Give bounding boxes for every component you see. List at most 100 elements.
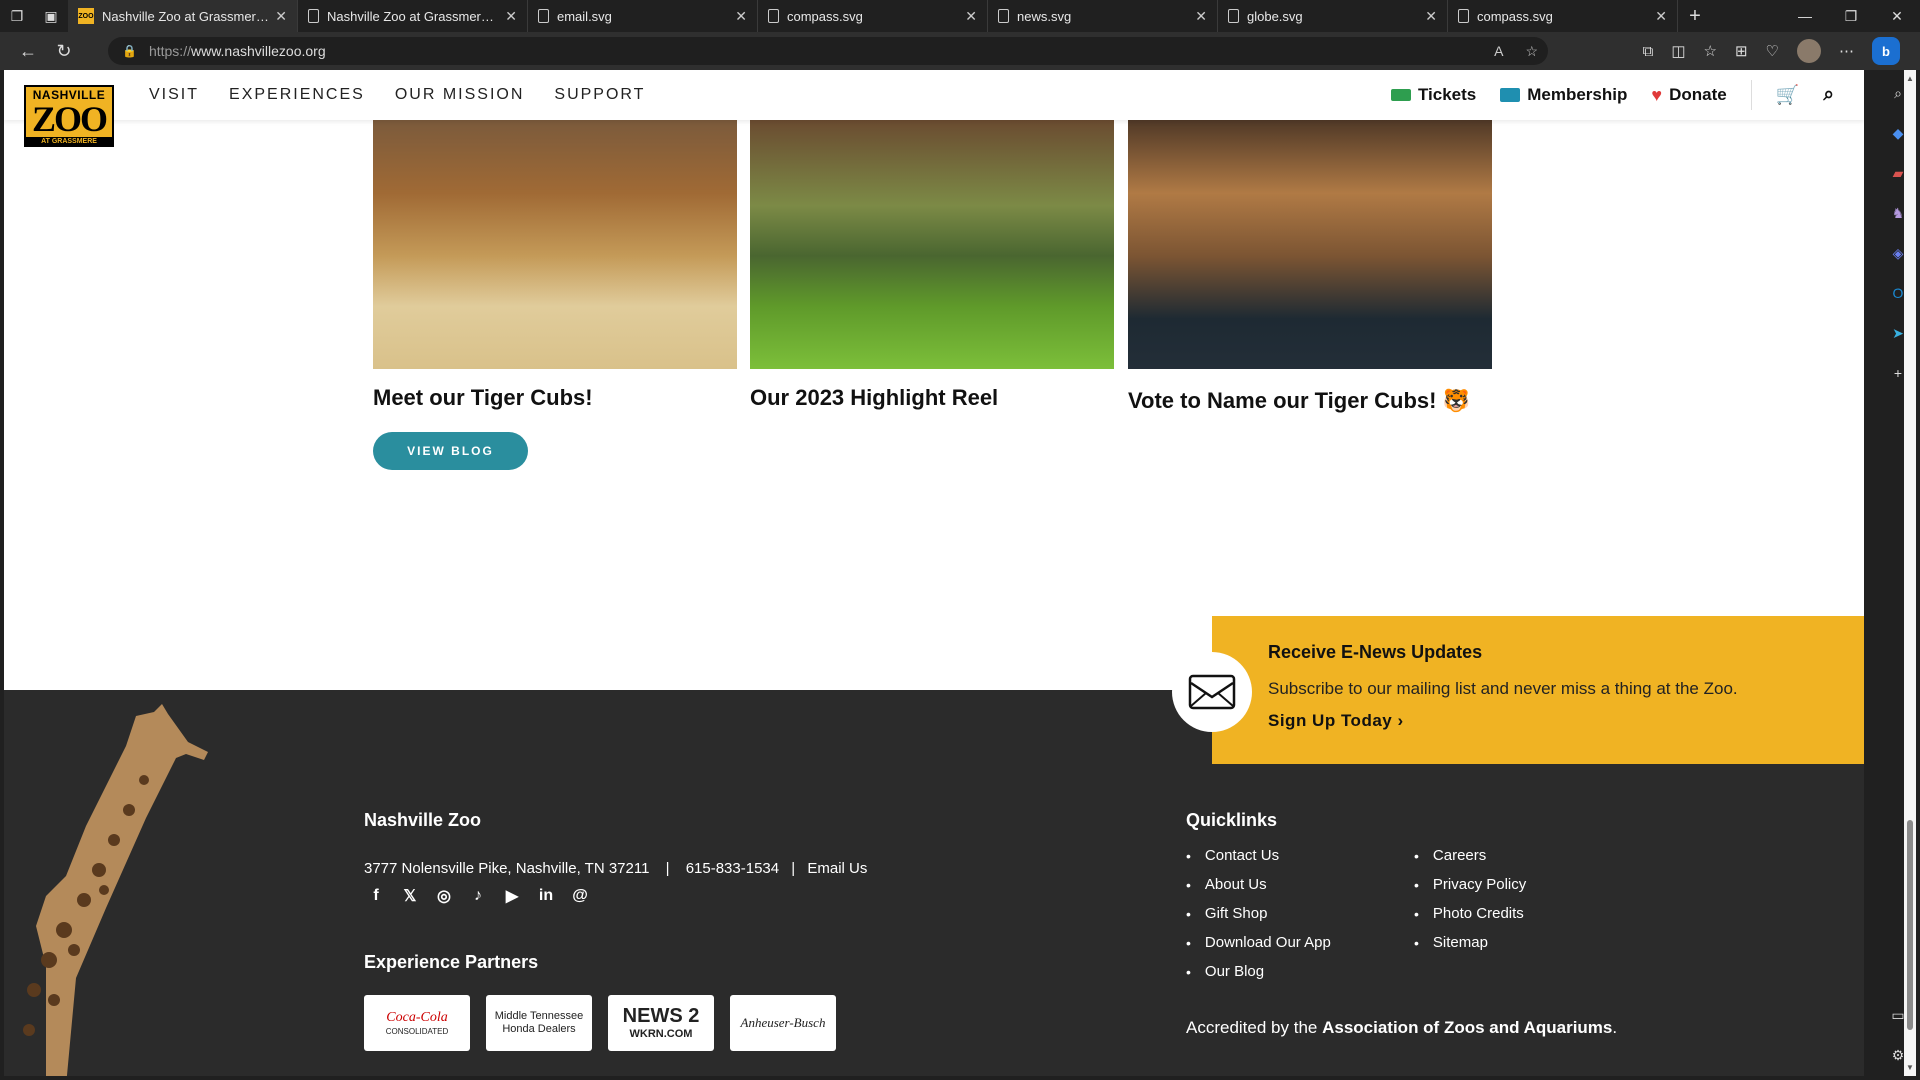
new-tab-button[interactable]: + — [1678, 5, 1712, 28]
quicklink-privacy-policy[interactable]: Privacy Policy — [1414, 870, 1526, 899]
donate-link[interactable]: ♥ Donate — [1651, 85, 1726, 106]
close-window-icon[interactable]: ✕ — [1874, 0, 1920, 32]
envelope-badge — [1172, 652, 1252, 732]
cart-icon[interactable]: 🛒 — [1776, 83, 1800, 107]
threads-icon[interactable]: @ — [570, 886, 590, 906]
partner-name: NEWS 2 — [622, 1005, 700, 1028]
close-tab-icon[interactable]: ✕ — [1425, 8, 1437, 25]
partner-logo-honda[interactable]: Middle Tennessee Honda Dealers — [486, 995, 592, 1051]
tickets-link[interactable]: Tickets — [1390, 85, 1476, 105]
blog-card-title[interactable]: Vote to Name our Tiger Cubs! 🐯 — [1128, 388, 1492, 414]
copilot-icon[interactable]: b — [1872, 37, 1900, 65]
partner-logo-anheuser-busch[interactable]: Anheuser-Busch — [730, 995, 836, 1051]
tiger-cub-image[interactable] — [1128, 118, 1492, 369]
blog-card-title[interactable]: Meet our Tiger Cubs! — [373, 385, 737, 411]
quicklink-gift-shop[interactable]: Gift Shop — [1186, 899, 1331, 928]
blog-card-title[interactable]: Our 2023 Highlight Reel — [750, 385, 1114, 411]
browser-tab[interactable]: news.svg ✕ — [988, 0, 1218, 32]
split-screen-icon[interactable]: ◫ — [1671, 42, 1685, 60]
tiger-cubs-image[interactable] — [373, 118, 737, 369]
favorites-icon[interactable]: ☆ — [1704, 42, 1717, 60]
quicklink-contact-us[interactable]: Contact Us — [1186, 841, 1331, 870]
close-tab-icon[interactable]: ✕ — [275, 8, 287, 25]
footer-email-link[interactable]: Email Us — [807, 860, 867, 877]
view-blog-button[interactable]: VIEW BLOG — [373, 432, 528, 470]
membership-link[interactable]: Membership — [1500, 85, 1627, 105]
nav-our-mission[interactable]: OUR MISSION — [395, 86, 525, 104]
search-icon[interactable]: ⌕ — [1823, 84, 1834, 106]
sign-up-link[interactable]: Sign Up Today › — [1268, 711, 1864, 731]
linkedin-icon[interactable]: in — [536, 886, 556, 906]
close-tab-icon[interactable]: ✕ — [735, 8, 747, 25]
address-bar[interactable]: 🔒 https:// www.nashvillezoo.org A ☆ — [108, 37, 1548, 65]
facebook-icon[interactable]: f — [366, 886, 386, 906]
heart-icon: ♥ — [1651, 84, 1663, 105]
browser-tools: ⧉ ◫ ☆ ⊞ ♡ ⋯ b — [1643, 32, 1900, 70]
page-scrollbar[interactable]: ▲ ▼ — [1904, 70, 1916, 1076]
scrollbar-thumb[interactable] — [1907, 820, 1913, 1030]
favorite-star-icon[interactable]: ☆ — [1525, 43, 1538, 60]
profile-avatar[interactable] — [1797, 39, 1821, 63]
quicklink-about-us[interactable]: About Us — [1186, 870, 1331, 899]
nav-experiences[interactable]: EXPERIENCES — [229, 86, 365, 104]
refresh-icon[interactable]: ↻ — [46, 32, 82, 70]
x-twitter-icon[interactable]: 𝕏 — [400, 886, 420, 906]
partner-logo-coca-cola[interactable]: Coca-Cola CONSOLIDATED — [364, 995, 470, 1051]
partner-logo-news2[interactable]: NEWS 2 WKRN.COM — [608, 995, 714, 1051]
extensions-icon[interactable]: ⧉ — [1643, 43, 1654, 60]
scroll-down-arrow-icon[interactable]: ▼ — [1906, 1063, 1914, 1072]
instagram-icon[interactable]: ◎ — [434, 886, 454, 906]
browser-tab[interactable]: compass.svg ✕ — [758, 0, 988, 32]
zoo-logo[interactable]: NASHVILLE ZOO AT GRASSMERE — [24, 85, 114, 147]
aza-link[interactable]: Association of Zoos and Aquariums — [1322, 1018, 1612, 1037]
browser-tab[interactable]: ZOO Nashville Zoo at Grassmere | N ✕ — [68, 0, 298, 32]
partner-sub: WKRN.COM — [629, 1028, 693, 1041]
tab-title: Nashville Zoo at Grassmere | N — [102, 8, 270, 24]
browser-tab[interactable]: globe.svg ✕ — [1218, 0, 1448, 32]
nav-visit[interactable]: VISIT — [149, 86, 199, 104]
membership-card-icon — [1500, 88, 1521, 102]
close-tab-icon[interactable]: ✕ — [965, 8, 977, 25]
browser-tab[interactable]: compass.svg ✕ — [1448, 0, 1678, 32]
read-aloud-icon[interactable]: A — [1494, 43, 1503, 60]
browser-tab[interactable]: email.svg ✕ — [528, 0, 758, 32]
nav-support[interactable]: SUPPORT — [554, 86, 645, 104]
browser-tab-bar: ❐ ▣ ZOO Nashville Zoo at Grassmere | N ✕… — [0, 0, 1920, 32]
more-menu-icon[interactable]: ⋯ — [1839, 42, 1854, 60]
quicklink-photo-credits[interactable]: Photo Credits — [1414, 899, 1526, 928]
enews-signup-panel: Receive E-News Updates Subscribe to our … — [1212, 616, 1864, 764]
footer-divider: | — [665, 860, 670, 877]
quicklink-sitemap[interactable]: Sitemap — [1414, 928, 1526, 957]
browser-essentials-icon[interactable]: ♡ — [1766, 42, 1779, 60]
address-toolbar: ← ↻ 🔒 https:// www.nashvillezoo.org A ☆ … — [0, 32, 1920, 70]
blog-card[interactable]: Vote to Name our Tiger Cubs! 🐯 — [1128, 118, 1492, 414]
tiktok-icon[interactable]: ♪ — [468, 886, 488, 906]
close-tab-icon[interactable]: ✕ — [1655, 8, 1667, 25]
minimize-icon[interactable]: — — [1782, 0, 1828, 32]
restore-icon[interactable]: ❐ — [1828, 0, 1874, 32]
lock-icon[interactable]: 🔒 — [122, 44, 137, 58]
quicklink-our-blog[interactable]: Our Blog — [1186, 957, 1331, 986]
close-tab-icon[interactable]: ✕ — [1195, 8, 1207, 25]
blog-card[interactable]: Our 2023 Highlight Reel — [750, 118, 1114, 411]
scroll-up-arrow-icon[interactable]: ▲ — [1906, 74, 1914, 83]
file-icon — [1228, 9, 1239, 23]
komodo-dragon-image[interactable] — [750, 118, 1114, 369]
giraffe-illustration — [23, 704, 208, 1076]
youtube-icon[interactable]: ▶ — [502, 886, 522, 906]
partner-logos: Coca-Cola CONSOLIDATED Middle Tennessee Ho… — [364, 995, 836, 1051]
donate-label: Donate — [1669, 85, 1727, 104]
tab-actions-icon[interactable]: ▣ — [34, 0, 68, 32]
browser-tab[interactable]: Nashville Zoo at Grassmere | N ✕ — [298, 0, 528, 32]
workspaces-icon[interactable]: ❐ — [0, 0, 34, 32]
collections-icon[interactable]: ⊞ — [1735, 42, 1748, 60]
quicklinks-column-1: Contact Us About Us Gift Shop Download O… — [1186, 841, 1331, 986]
blog-card[interactable]: Meet our Tiger Cubs! — [373, 118, 737, 411]
file-icon — [998, 9, 1009, 23]
tab-title: Nashville Zoo at Grassmere | N — [327, 8, 500, 24]
quicklink-careers[interactable]: Careers — [1414, 841, 1526, 870]
quicklink-download-app[interactable]: Download Our App — [1186, 928, 1331, 957]
back-arrow-icon[interactable]: ← — [10, 32, 46, 70]
footer-phone[interactable]: 615-833-1534 — [686, 860, 779, 877]
close-tab-icon[interactable]: ✕ — [505, 8, 517, 25]
